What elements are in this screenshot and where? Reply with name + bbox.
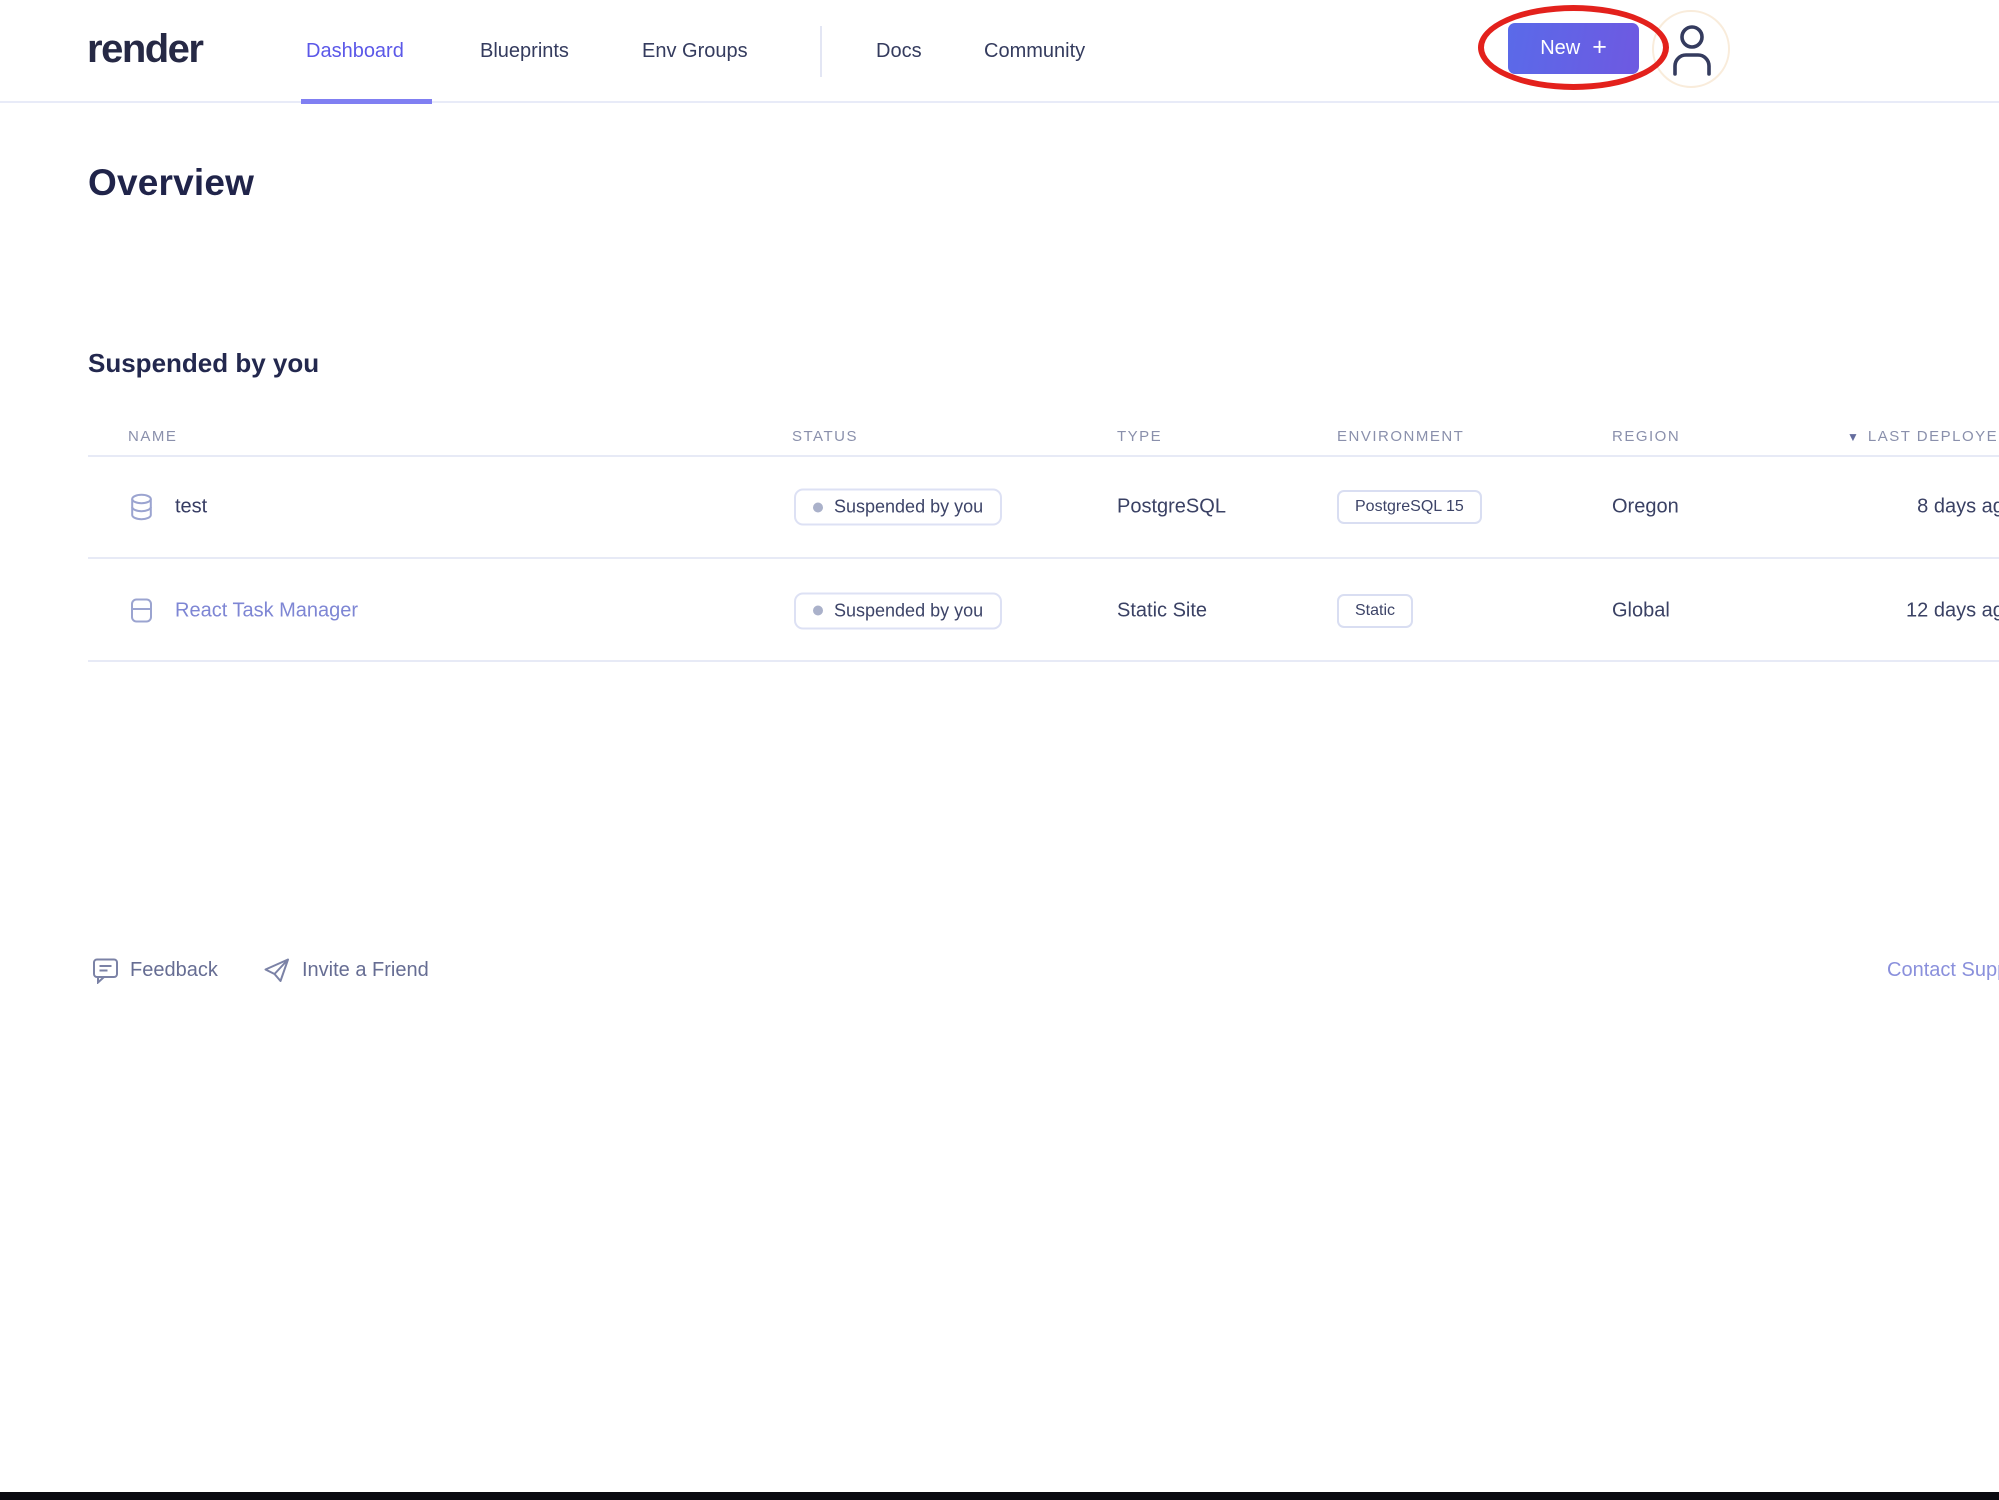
- bottom-bar: [0, 1492, 1999, 1500]
- service-type: Static Site: [1117, 599, 1207, 622]
- last-deploy-value: 8 days ago: [1850, 496, 1999, 519]
- render-logo[interactable]: render: [87, 27, 203, 72]
- feedback-icon: [92, 957, 119, 984]
- paper-plane-icon: [262, 956, 291, 985]
- tab-blueprints[interactable]: Blueprints: [480, 0, 569, 103]
- status-badge: Suspended by you: [794, 489, 1002, 526]
- service-region: Oregon: [1612, 496, 1679, 519]
- column-header-last-deploy-label: LAST DEPLOYED: [1868, 428, 1999, 445]
- active-tab-underline: [301, 99, 432, 104]
- person-icon: [1668, 24, 1716, 76]
- page-title: Overview: [88, 162, 254, 204]
- column-header-status: STATUS: [792, 428, 858, 445]
- database-icon: [130, 494, 153, 521]
- column-header-name: NAME: [128, 428, 177, 445]
- column-header-last-deploy[interactable]: ▼ LAST DEPLOYED: [1847, 428, 1999, 445]
- column-header-environment: ENVIRONMENT: [1337, 428, 1464, 445]
- status-dot-icon: [813, 502, 823, 512]
- feedback-link[interactable]: Feedback: [92, 950, 218, 990]
- status-badge: Suspended by you: [794, 592, 1002, 629]
- new-button-label: New: [1540, 37, 1580, 60]
- services-table: NAME STATUS TYPE ENVIRONMENT REGION ▼ LA…: [88, 428, 1999, 668]
- nav-link-docs[interactable]: Docs: [876, 0, 922, 103]
- contact-support-link[interactable]: Contact Support: [1887, 950, 1999, 990]
- invite-friend-label: Invite a Friend: [302, 959, 429, 982]
- contact-support-label: Contact Support: [1887, 959, 1999, 982]
- section-title: Suspended by you: [88, 348, 319, 379]
- tab-env-groups[interactable]: Env Groups: [642, 0, 748, 103]
- plus-icon: +: [1592, 33, 1607, 62]
- environment-badge: PostgreSQL 15: [1337, 490, 1482, 524]
- service-name: test: [175, 496, 207, 519]
- service-type: PostgreSQL: [1117, 496, 1226, 519]
- nav-link-community[interactable]: Community: [984, 0, 1085, 103]
- account-menu-button[interactable]: [1668, 24, 1716, 76]
- column-header-type: TYPE: [1117, 428, 1162, 445]
- top-nav-bar: render Dashboard Blueprints Env Groups D…: [0, 0, 1999, 103]
- status-badge-label: Suspended by you: [834, 497, 983, 518]
- status-badge-label: Suspended by you: [834, 600, 983, 621]
- nav-divider: [820, 26, 822, 77]
- table-row[interactable]: test Suspended by you PostgreSQL Postgre…: [88, 457, 1999, 559]
- last-deploy-value: 12 days ago: [1850, 599, 1999, 622]
- environment-badge: Static: [1337, 594, 1413, 628]
- static-site-icon: [130, 597, 153, 624]
- feedback-label: Feedback: [130, 959, 218, 982]
- table-row[interactable]: React Task Manager Suspended by you Stat…: [88, 561, 1999, 662]
- new-button[interactable]: New +: [1508, 23, 1639, 74]
- service-region: Global: [1612, 599, 1670, 622]
- sort-descending-icon: ▼: [1847, 430, 1859, 444]
- tab-dashboard[interactable]: Dashboard: [306, 0, 404, 103]
- column-header-region: REGION: [1612, 428, 1680, 445]
- service-name: React Task Manager: [175, 599, 358, 622]
- invite-friend-link[interactable]: Invite a Friend: [262, 950, 429, 990]
- status-dot-icon: [813, 606, 823, 616]
